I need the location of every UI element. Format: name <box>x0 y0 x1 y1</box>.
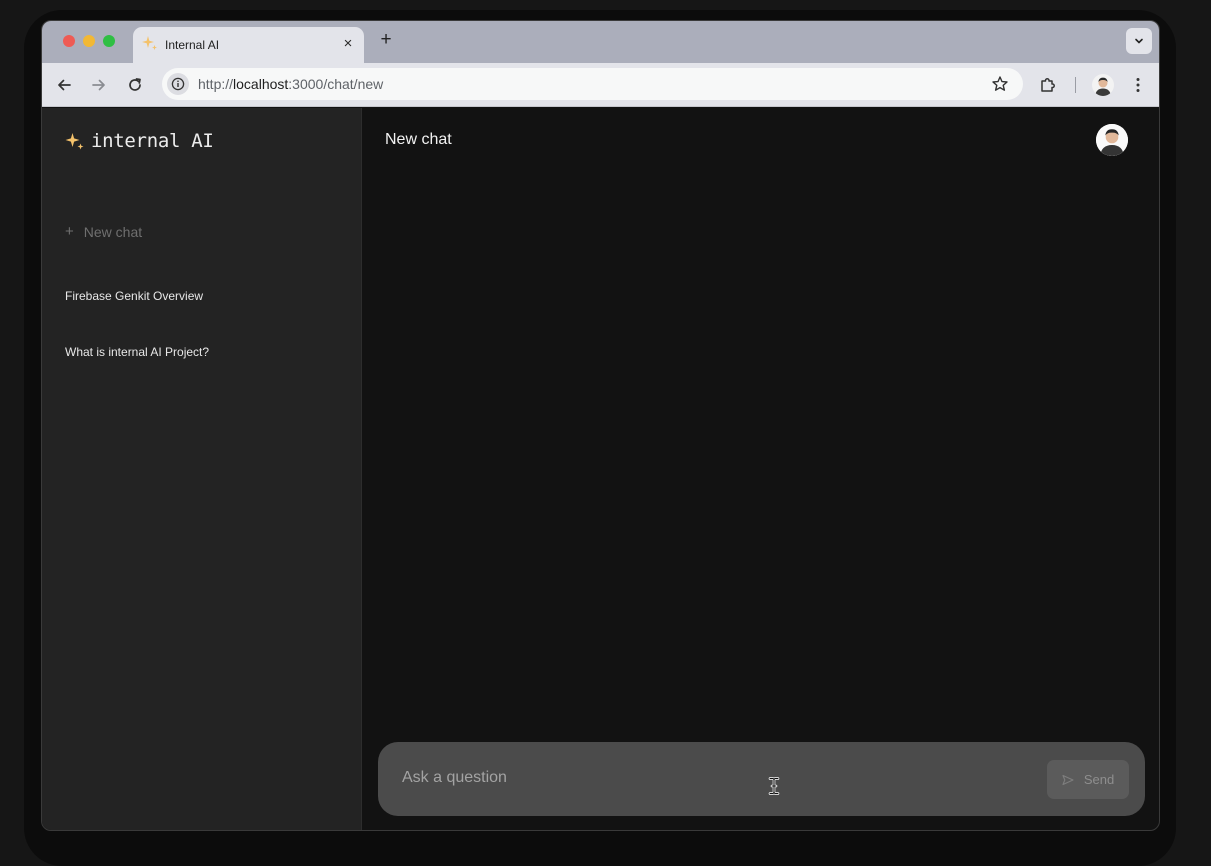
question-input[interactable] <box>402 766 1002 790</box>
send-icon <box>1062 774 1074 785</box>
tab-search-button[interactable] <box>1126 28 1152 54</box>
info-icon <box>171 77 185 91</box>
close-window-button[interactable] <box>63 35 75 47</box>
url-path: :3000/chat/new <box>288 76 384 92</box>
send-label: Send <box>1083 772 1115 787</box>
avatar-icon <box>1092 74 1114 96</box>
tab-title: Internal AI <box>165 38 220 52</box>
new-chat-button[interactable]: + New chat <box>65 223 142 240</box>
toolbar-separator <box>1075 77 1076 93</box>
logo-text: internal AI <box>91 130 214 152</box>
back-button[interactable] <box>54 75 74 95</box>
more-vertical-icon <box>1136 78 1140 92</box>
url-text: http://localhost:3000/chat/new <box>198 76 383 92</box>
sidebar: internal AI + New chat Firebase Genkit O… <box>42 108 362 830</box>
minimize-window-button[interactable] <box>83 35 95 47</box>
profile-avatar-button[interactable] <box>1092 74 1114 96</box>
browser-window: Internal AI × + http://localhost:3000/ch… <box>41 20 1160 831</box>
text-cursor-icon <box>768 777 780 795</box>
extensions-button[interactable] <box>1038 75 1058 95</box>
app-content: internal AI + New chat Firebase Genkit O… <box>42 108 1159 830</box>
sparkle-icon <box>142 36 157 50</box>
app-logo[interactable]: internal AI <box>65 130 214 152</box>
new-tab-button[interactable]: + <box>376 30 396 50</box>
user-avatar[interactable] <box>1096 124 1128 156</box>
url-scheme: http:// <box>198 76 234 92</box>
avatar-icon <box>1096 124 1128 156</box>
tab-strip: Internal AI × + <box>42 21 1159 63</box>
close-tab-icon[interactable]: × <box>340 35 356 51</box>
plus-icon: + <box>65 223 74 240</box>
reload-icon <box>129 78 141 91</box>
arrow-right-icon <box>92 79 105 91</box>
arrow-left-icon <box>58 79 71 91</box>
address-bar[interactable]: http://localhost:3000/chat/new <box>162 68 1023 100</box>
puzzle-icon <box>1041 78 1055 92</box>
send-button[interactable]: Send <box>1047 760 1129 799</box>
browser-toolbar: http://localhost:3000/chat/new <box>42 63 1159 107</box>
zoom-window-button[interactable] <box>103 35 115 47</box>
chat-history-item[interactable]: Firebase Genkit Overview <box>65 289 203 303</box>
new-chat-label: New chat <box>83 223 143 240</box>
chat-composer: Send <box>378 742 1145 816</box>
chat-main: New chat Send <box>362 108 1159 830</box>
reload-button[interactable] <box>125 75 145 95</box>
sparkle-icon <box>65 133 84 150</box>
url-host: localhost <box>233 76 289 92</box>
chevron-down-icon <box>1135 38 1143 44</box>
chat-history-item[interactable]: What is internal AI Project? <box>65 345 209 359</box>
forward-button[interactable] <box>89 75 109 95</box>
bookmark-star-icon[interactable] <box>991 75 1009 93</box>
tab-internal-ai[interactable]: Internal AI × <box>133 27 364 63</box>
page-title: New chat <box>385 131 452 148</box>
browser-menu-button[interactable] <box>1128 75 1148 95</box>
site-info-button[interactable] <box>167 73 189 95</box>
